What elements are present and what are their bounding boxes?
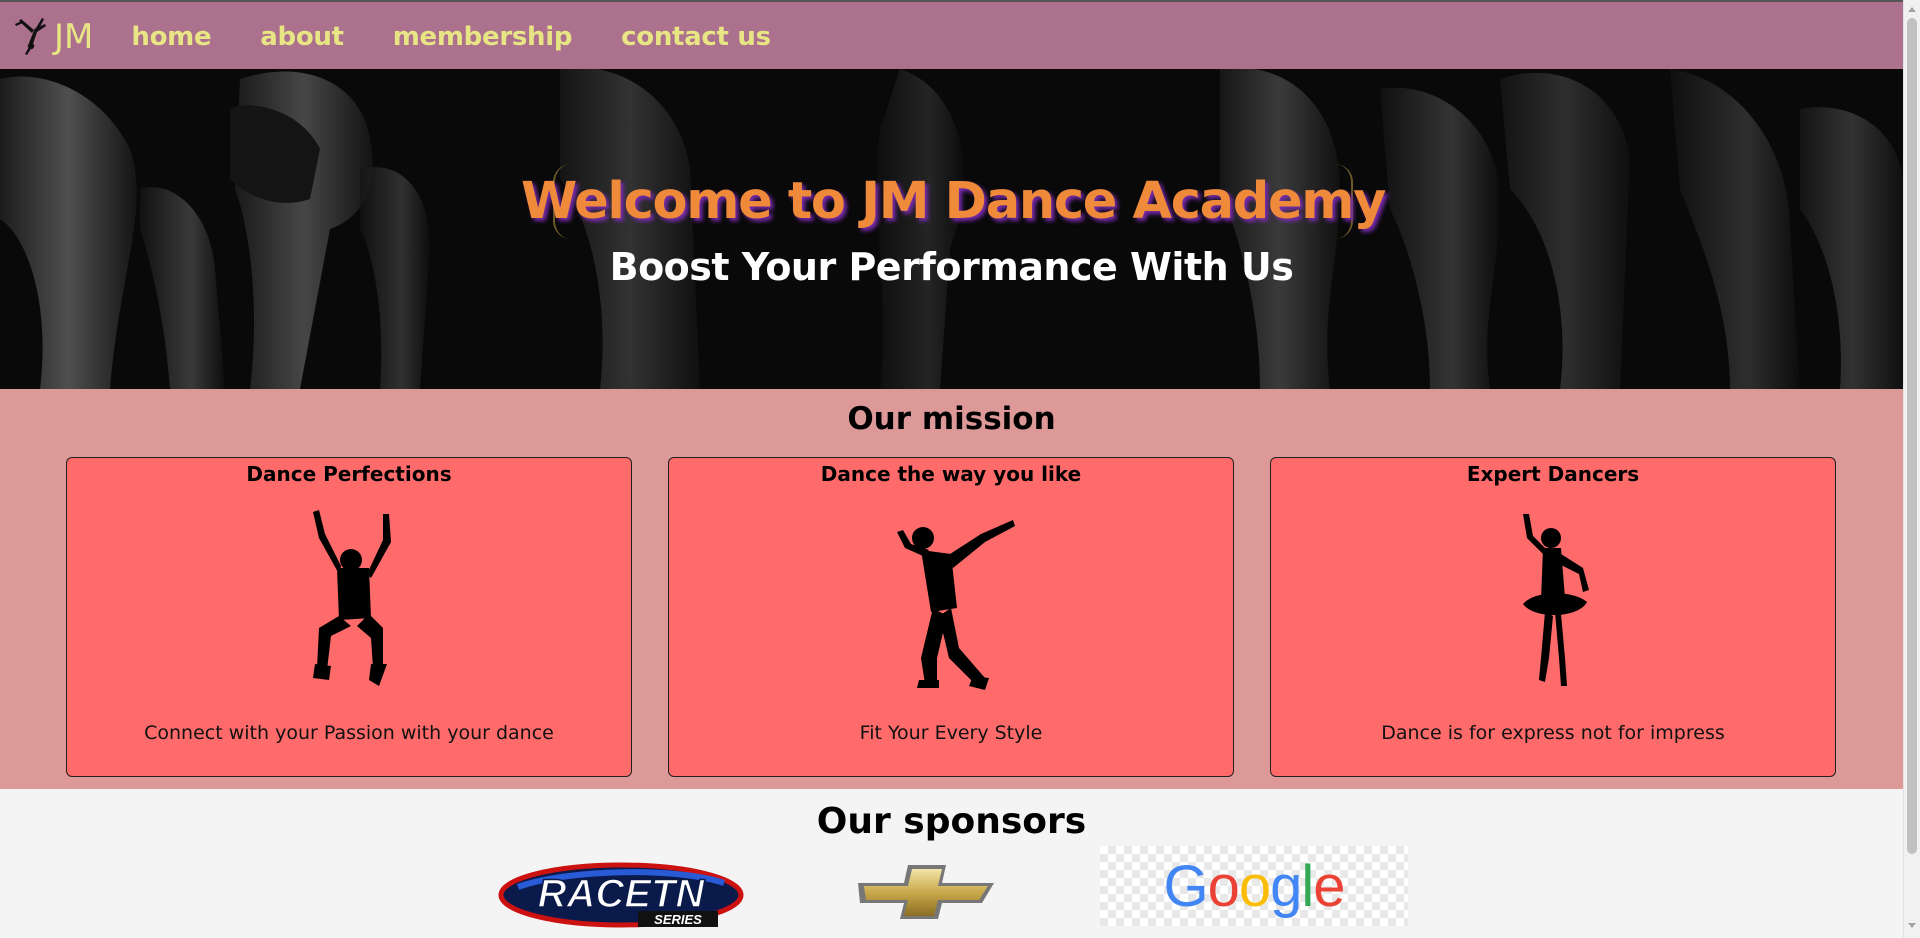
- chevrolet-bowtie-logo[interactable]: [856, 859, 996, 925]
- jumping-dancer-icon: [313, 510, 391, 686]
- racetn-logo-subtext: SERIES: [654, 912, 702, 927]
- nav-link-contact-us[interactable]: contact us: [621, 22, 771, 52]
- mission-title: Our mission: [847, 401, 1056, 437]
- card-caption: Dance is for express not for impress: [1381, 722, 1725, 744]
- hiphop-dancer-icon: [897, 520, 1015, 690]
- nav-link-home[interactable]: home: [131, 22, 211, 52]
- nav-link-membership[interactable]: membership: [393, 22, 573, 52]
- navbar: JM home about membership contact us: [0, 2, 1903, 69]
- card-title: Expert Dancers: [1466, 462, 1640, 486]
- racetn-logo-text: RACETN: [538, 872, 706, 916]
- logo[interactable]: JM: [12, 15, 93, 57]
- mission-card-dance-perfections: Dance Perfections Connect with your Pass…: [66, 457, 632, 777]
- ballerina-icon: [1523, 514, 1589, 686]
- mission-card-dance-the-way-you-like: Dance the way you like Fit Your Every St…: [668, 457, 1234, 777]
- vertical-scrollbar[interactable]: [1903, 0, 1920, 938]
- hero-banner: Welcome to JM Dance Academy Boost Your P…: [0, 69, 1903, 389]
- card-title: Dance Perfections: [246, 462, 452, 486]
- racetn-series-logo[interactable]: RACETN SERIES: [498, 857, 744, 937]
- card-title: Dance the way you like: [820, 462, 1082, 486]
- scroll-down-arrow-icon[interactable]: [1908, 923, 1916, 928]
- page: JM home about membership contact us Welc…: [0, 0, 1903, 938]
- nav-links: home about membership contact us: [131, 22, 819, 52]
- sponsors-title: Our sponsors: [816, 801, 1087, 842]
- google-logo[interactable]: Google: [1100, 846, 1408, 926]
- sponsors-section: Our sponsors RACETN SERIES Google: [0, 789, 1903, 938]
- nav-link-about[interactable]: about: [260, 22, 344, 52]
- scrollbar-thumb[interactable]: [1907, 18, 1917, 854]
- card-caption: Connect with your Passion with your danc…: [144, 722, 554, 744]
- card-caption: Fit Your Every Style: [859, 722, 1043, 744]
- hero-subtitle: Boost Your Performance With Us: [609, 245, 1294, 289]
- logo-text: JM: [54, 16, 94, 57]
- mission-card-expert-dancers: Expert Dancers Dance is for express not …: [1270, 457, 1836, 777]
- mission-section: Our mission Dance Perfections Connect wi…: [0, 389, 1903, 789]
- google-logo-text: Google: [1163, 853, 1345, 919]
- hero-title: Welcome to JM Dance Academy: [520, 172, 1386, 231]
- hero-title-frame: Welcome to JM Dance Academy: [521, 164, 1386, 239]
- breakdancer-logo-icon: [15, 17, 46, 55]
- scroll-up-arrow-icon[interactable]: [1908, 7, 1916, 12]
